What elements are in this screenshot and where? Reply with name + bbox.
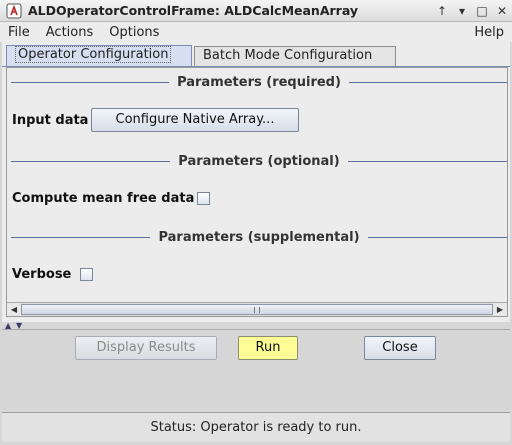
- section-line: [348, 81, 507, 83]
- minimize-icon[interactable]: ▾: [452, 2, 472, 20]
- parameter-scroll-pane: Parameters (required) Input data Configu…: [6, 67, 508, 317]
- section-optional-label: Parameters (optional): [178, 153, 340, 169]
- scrollbar-thumb[interactable]: [21, 304, 493, 315]
- collapse-up-icon[interactable]: ▲: [5, 321, 11, 330]
- scroll-left-icon[interactable]: ◀: [7, 303, 21, 316]
- section-required: Parameters (required): [11, 74, 507, 90]
- section-line: [11, 81, 170, 83]
- status-text: Status: Operator is ready to run.: [150, 420, 362, 435]
- close-icon[interactable]: ✕: [492, 2, 512, 20]
- run-button[interactable]: Run: [238, 336, 298, 360]
- up-icon[interactable]: ↑: [432, 2, 452, 20]
- tab-panel: Operator Configuration Batch Mode Config…: [2, 42, 510, 322]
- close-button[interactable]: Close: [364, 336, 436, 360]
- section-optional: Parameters (optional): [11, 153, 507, 169]
- section-supplemental-label: Parameters (supplemental): [158, 229, 360, 245]
- section-supplemental: Parameters (supplemental): [11, 229, 507, 245]
- tab-batch-mode-configuration[interactable]: Batch Mode Configuration: [194, 46, 396, 66]
- menu-file[interactable]: File: [0, 25, 38, 40]
- section-line: [11, 236, 151, 238]
- menu-options[interactable]: Options: [101, 25, 167, 40]
- display-results-button[interactable]: Display Results: [75, 336, 217, 360]
- grip-icon: [254, 307, 260, 313]
- section-required-label: Parameters (required): [177, 74, 341, 90]
- status-bar: Status: Operator is ready to run.: [2, 412, 510, 442]
- section-line: [11, 160, 171, 162]
- compute-mean-free-checkbox[interactable]: [197, 192, 210, 205]
- menu-bar: File Actions Options Help: [0, 22, 512, 42]
- scroll-right-icon[interactable]: ▶: [493, 303, 507, 316]
- compute-mean-free-label: Compute mean free data: [12, 191, 195, 206]
- maximize-icon[interactable]: □: [472, 2, 492, 20]
- verbose-checkbox[interactable]: [80, 268, 93, 281]
- window-title: ALDOperatorControlFrame: ALDCalcMeanArra…: [28, 3, 359, 18]
- menu-help[interactable]: Help: [466, 25, 512, 40]
- section-line: [367, 236, 507, 238]
- action-buttons: Display Results Run Close: [0, 332, 512, 372]
- tab-operator-configuration[interactable]: Operator Configuration: [6, 45, 192, 67]
- tab-operator-label: Operator Configuration: [15, 46, 172, 63]
- verbose-label: Verbose: [12, 267, 72, 282]
- section-line: [347, 160, 507, 162]
- collapse-down-icon[interactable]: ▼: [16, 321, 22, 330]
- app-icon: [6, 3, 22, 19]
- split-pane-divider[interactable]: ▲ ▼: [2, 321, 510, 330]
- configure-native-array-button[interactable]: Configure Native Array...: [91, 108, 299, 132]
- horizontal-scrollbar[interactable]: ◀ ▶: [7, 302, 507, 316]
- title-bar[interactable]: ALDOperatorControlFrame: ALDCalcMeanArra…: [0, 0, 512, 22]
- menu-actions[interactable]: Actions: [38, 25, 102, 40]
- input-data-label: Input data: [12, 113, 89, 128]
